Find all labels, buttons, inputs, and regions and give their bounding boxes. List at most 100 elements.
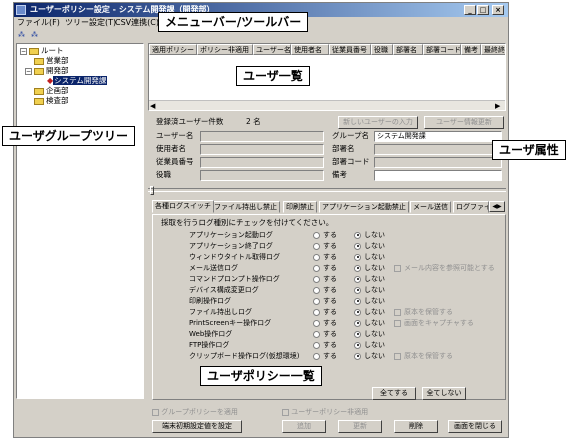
tab-app-launch-ban[interactable]: アプリケーション起動禁止 <box>319 201 409 213</box>
callout-group-tree: ユーザグループツリー <box>2 126 136 146</box>
column-header[interactable]: 備考 <box>461 44 481 55</box>
radio-off[interactable]: しない <box>354 307 385 317</box>
column-header[interactable]: 部署名 <box>393 44 423 55</box>
position-field[interactable] <box>200 170 324 181</box>
splitter-handle[interactable] <box>150 186 154 195</box>
radio-on[interactable]: する <box>313 263 337 273</box>
radio-off[interactable]: しない <box>354 241 385 251</box>
tree-item-sales[interactable]: 営業部 <box>34 56 69 66</box>
tab-scroll-arrows-icon[interactable]: ◀▶ <box>489 201 505 212</box>
radio-on[interactable]: する <box>313 296 337 306</box>
menu-tree-settings[interactable]: ツリー設定(T) <box>65 17 116 29</box>
tree-item-planning[interactable]: 企画部 <box>34 86 69 96</box>
radio-on[interactable]: する <box>313 329 337 339</box>
set-terminal-defaults-button[interactable]: 端末初期設定値を設定 <box>152 420 242 433</box>
radio-off[interactable]: しない <box>354 340 385 350</box>
user-list-table[interactable]: 適用ポリシー ポリシー非適用 ユーザー名 使用者名 従業員番号 役職 部署名 部… <box>148 43 506 111</box>
radio-on-label: する <box>323 242 337 250</box>
group-tree[interactable]: − ルート 営業部 − 開発部 ◆システム開発課 企画部 検査部 <box>16 43 144 399</box>
department-field[interactable] <box>374 144 502 155</box>
radio-on[interactable]: する <box>313 307 337 317</box>
radio-off[interactable]: しない <box>354 252 385 262</box>
radio-off-label: しない <box>364 341 385 349</box>
radio-off[interactable]: しない <box>354 274 385 284</box>
maximize-button[interactable]: □ <box>477 5 489 15</box>
menu-csv[interactable]: CSV連携(C) <box>115 17 159 29</box>
tab-file-export-ban[interactable]: ファイル持出し禁止 <box>211 201 280 213</box>
column-header[interactable]: ユーザー名 <box>253 44 291 55</box>
add-user-tool-icon[interactable]: ⁂ <box>15 31 28 42</box>
tree-item-root[interactable]: − ルート <box>20 46 64 56</box>
radio-button-icon <box>313 286 320 294</box>
radio-off[interactable]: しない <box>354 318 385 328</box>
tree-item-system-dev[interactable]: ◆システム開発課 <box>47 76 108 86</box>
tree-item-dev[interactable]: − 開発部 <box>25 66 69 76</box>
employee-number-field[interactable] <box>200 157 324 168</box>
user-policy-off-checkbox[interactable]: ユーザーポリシー非適用 <box>282 407 412 417</box>
radio-button-icon <box>313 352 320 360</box>
scroll-right-icon[interactable]: ▶ <box>495 102 500 110</box>
radio-off[interactable]: しない <box>354 263 385 273</box>
column-header[interactable]: 部署コード <box>423 44 461 55</box>
radio-on[interactable]: する <box>313 230 337 240</box>
close-button[interactable]: × <box>492 5 504 15</box>
collapse-icon[interactable]: − <box>25 67 32 75</box>
checkbox-icon <box>394 319 401 327</box>
radio-on-label: する <box>323 330 337 338</box>
splitter[interactable] <box>148 188 506 192</box>
tab-mail-send[interactable]: メール送信 <box>410 201 451 213</box>
extra-option-checkbox[interactable]: メール内容を参照可能とする <box>394 263 495 273</box>
column-header[interactable]: 適用ポリシー <box>149 44 197 55</box>
radio-on[interactable]: する <box>313 252 337 262</box>
scroll-left-icon[interactable]: ◀ <box>150 102 155 110</box>
radio-off[interactable]: しない <box>354 285 385 295</box>
all-on-button[interactable]: 全てする <box>372 387 416 400</box>
radio-off[interactable]: しない <box>354 230 385 240</box>
policy-row-label: FTP操作ログ <box>189 341 230 349</box>
close-screen-button[interactable]: 画面を閉じる <box>448 420 502 433</box>
column-header[interactable]: ポリシー非適用 <box>197 44 253 55</box>
tree-item-inspection[interactable]: 検査部 <box>34 96 69 106</box>
extra-option-checkbox[interactable]: 原本を保管する <box>394 307 453 317</box>
radio-on[interactable]: する <box>313 318 337 328</box>
collapse-icon[interactable]: − <box>20 47 27 55</box>
policy-row: コマンドプロンプト操作ログ する しない <box>153 274 505 284</box>
tab-log-switch[interactable]: 各種ログスイッチ <box>152 200 214 213</box>
radio-off[interactable]: しない <box>354 351 385 361</box>
tab-log-file[interactable]: ログファイル <box>453 201 489 213</box>
group-policy-checkbox[interactable]: グループポリシーを適用 <box>152 407 282 417</box>
radio-on[interactable]: する <box>313 274 337 284</box>
group-name-field[interactable]: システム開発課 <box>374 131 502 142</box>
radio-on[interactable]: する <box>313 351 337 361</box>
user-real-name-field[interactable] <box>200 144 324 155</box>
remove-user-tool-icon[interactable]: ⁂ <box>28 31 41 42</box>
radio-off[interactable]: しない <box>354 329 385 339</box>
menu-file[interactable]: ファイル(F) <box>17 17 60 29</box>
minimize-button[interactable]: _ <box>464 5 476 15</box>
radio-on[interactable]: する <box>313 285 337 295</box>
update-button[interactable]: 更新 <box>338 420 382 433</box>
radio-on[interactable]: する <box>313 241 337 251</box>
add-button[interactable]: 追加 <box>282 420 326 433</box>
delete-button[interactable]: 削除 <box>394 420 438 433</box>
tab-print-ban[interactable]: 印刷禁止 <box>283 201 317 213</box>
extra-option-checkbox[interactable]: 画面をキャプチャする <box>394 318 474 328</box>
column-header[interactable]: 役職 <box>371 44 393 55</box>
all-off-button[interactable]: 全てしない <box>422 387 466 400</box>
column-header[interactable]: 使用者名 <box>291 44 329 55</box>
column-header[interactable]: 最終終 <box>481 44 505 55</box>
update-user-info-button[interactable]: ユーザー情報更新 <box>424 116 504 129</box>
horizontal-scrollbar[interactable]: ◀ ▶ <box>149 100 505 110</box>
new-user-button[interactable]: 新しいユーザーの入力 <box>338 116 418 129</box>
extra-option-checkbox[interactable]: 原本を保管する <box>394 351 453 361</box>
radio-off[interactable]: しない <box>354 296 385 306</box>
extra-option-label: 画面をキャプチャする <box>404 319 474 327</box>
department-code-field[interactable] <box>374 157 502 168</box>
remarks-field[interactable] <box>374 170 502 181</box>
radio-on[interactable]: する <box>313 340 337 350</box>
checkbox-icon <box>394 308 401 316</box>
field-label-employee-number: 従業員番号 <box>156 157 194 166</box>
radio-button-selected-icon <box>354 352 361 360</box>
username-field[interactable] <box>200 131 324 142</box>
column-header[interactable]: 従業員番号 <box>329 44 371 55</box>
